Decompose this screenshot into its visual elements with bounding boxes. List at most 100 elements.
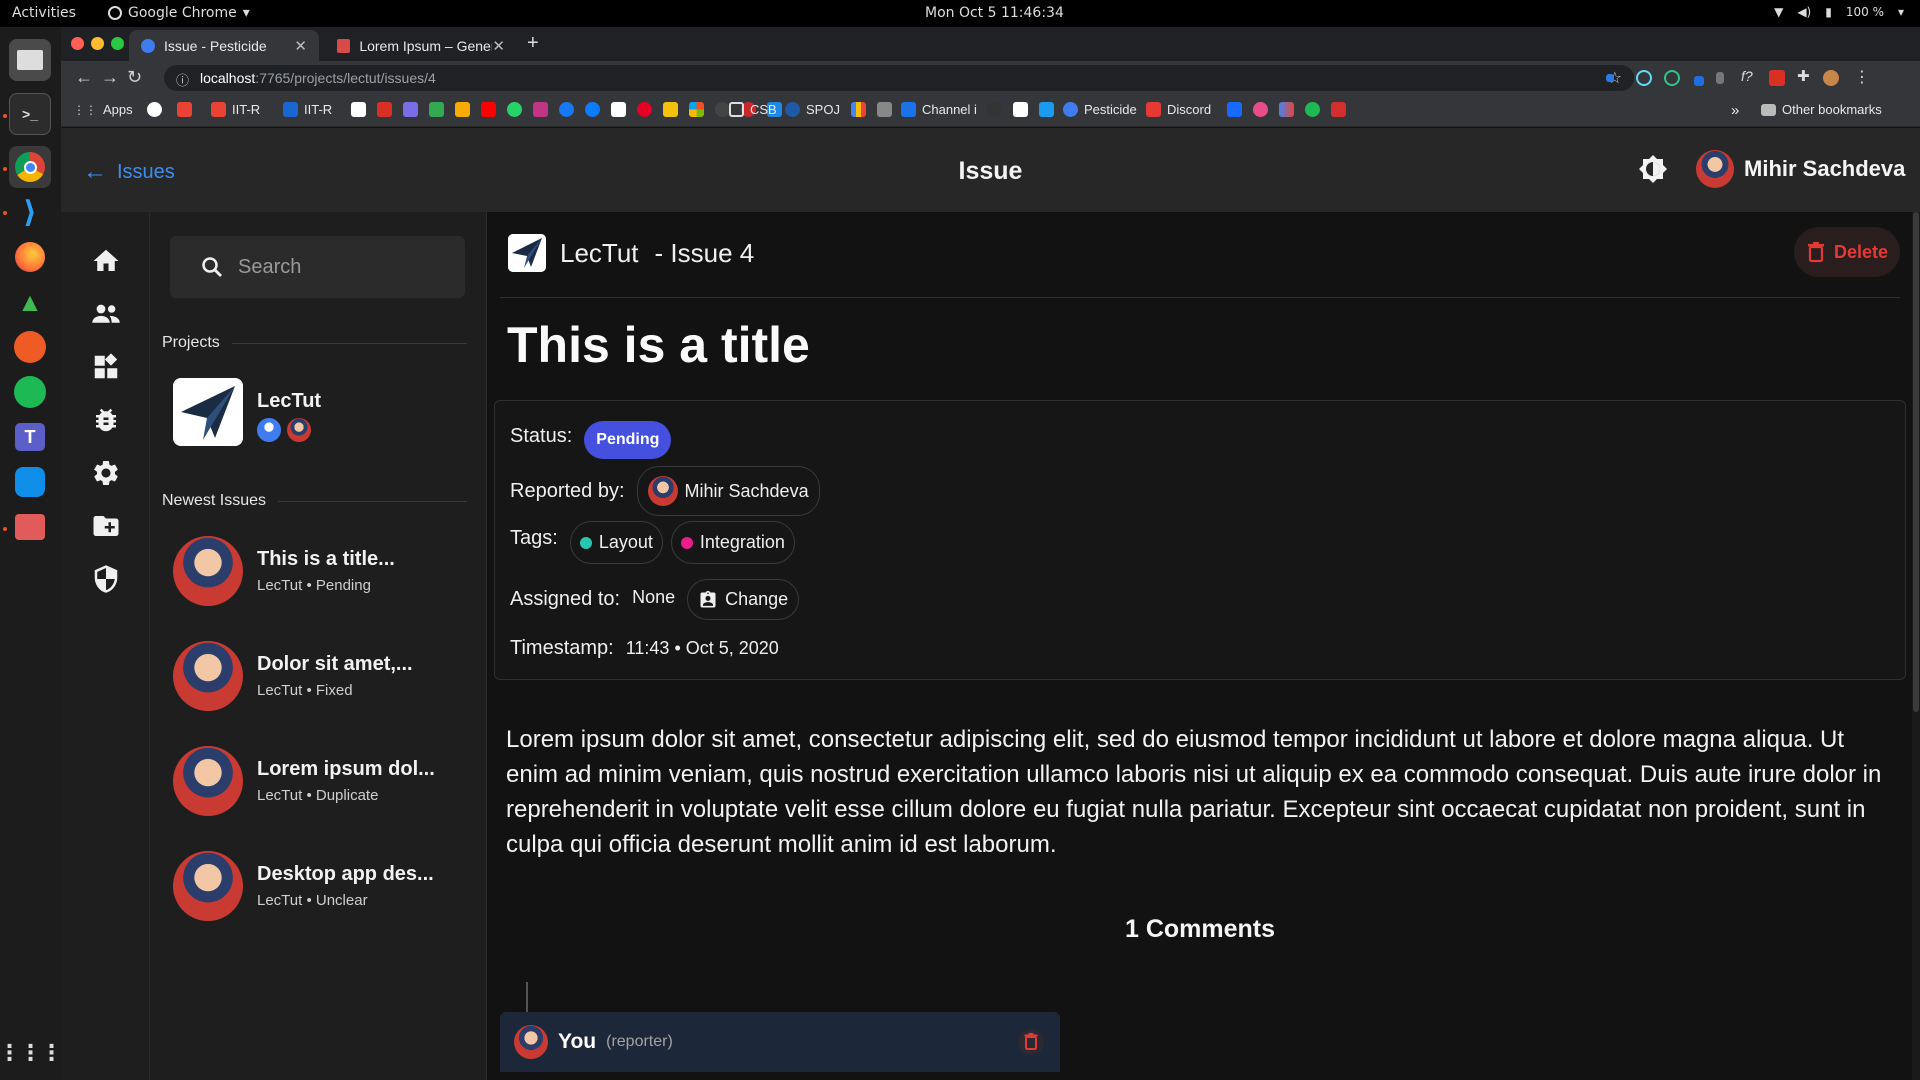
teams-icon[interactable]: T (9, 416, 51, 458)
newest-issues-heading: Newest Issues (162, 492, 467, 510)
dashboard-icon[interactable] (91, 352, 121, 382)
user-menu[interactable]: Mihir Sachdeva (1696, 150, 1905, 188)
extension-icon[interactable] (1664, 70, 1680, 86)
close-window-button[interactable] (71, 37, 84, 50)
extension-icon[interactable] (1694, 76, 1704, 86)
project-card-lectut[interactable]: LecTut (173, 378, 321, 446)
issue-number: - Issue 4 (654, 237, 755, 268)
app-menu-label: Google Chrome (128, 5, 237, 21)
channel-icon (901, 102, 916, 117)
app-grid-icon[interactable]: ⋮⋮⋮ (0, 1032, 63, 1074)
chrome-icon[interactable] (9, 146, 51, 188)
address-bar[interactable]: ⓘ localhost:7765/projects/lectut/issues/… (164, 65, 1634, 91)
bookmark-icons-2[interactable] (851, 102, 892, 117)
extension-icon[interactable] (1606, 74, 1614, 82)
bookmark-icons[interactable] (351, 102, 782, 117)
scrollbar-thumb[interactable] (1913, 212, 1919, 712)
system-tray[interactable]: ▼ ◀) ▮ 100 % ▾ (1774, 5, 1904, 19)
projects-heading: Projects (162, 334, 467, 352)
bookmark-icon (351, 102, 366, 117)
menu-icon[interactable]: ⋮ (1854, 67, 1870, 86)
bookmark-icon (1331, 102, 1346, 117)
rocket-icon[interactable]: ▲ (9, 281, 51, 323)
delete-comment-icon[interactable] (1018, 1027, 1044, 1057)
bookmark-icons-4[interactable] (1227, 102, 1346, 117)
bookmark-channel[interactable]: Channel i (901, 102, 977, 117)
tag-color-dot (680, 536, 693, 549)
forward-icon[interactable]: → (101, 67, 119, 88)
activities-button[interactable]: Activities (12, 5, 76, 21)
reload-icon[interactable]: ↻ (127, 67, 142, 88)
app-menu[interactable]: Google Chrome ▾ (108, 5, 250, 21)
settings-gear-icon[interactable] (91, 458, 121, 488)
tag-chip[interactable]: Layout (569, 521, 663, 564)
profile-icon[interactable] (1823, 70, 1839, 86)
tab-pesticide[interactable]: Issue - Pesticide ✕ (129, 30, 319, 61)
scrollbar[interactable] (1912, 212, 1920, 1080)
search-icon (202, 257, 222, 277)
change-assignee-button[interactable]: Change (687, 579, 800, 620)
screenshot-icon[interactable] (9, 506, 51, 548)
bookmark-icon (877, 102, 892, 117)
extension-icon[interactable] (1769, 70, 1785, 86)
bookmark-iitr-2[interactable]: IIT-R (283, 102, 332, 117)
tag-chip[interactable]: Integration (670, 521, 795, 564)
search-box[interactable] (170, 236, 465, 298)
bookmark-google[interactable] (147, 102, 162, 117)
theme-toggle-icon[interactable] (1638, 154, 1668, 184)
search-input[interactable] (238, 255, 458, 279)
sidebar-issue[interactable]: Dolor sit amet,... LecTut • Fixed (173, 641, 413, 711)
bookmark-spoj[interactable]: SPOJ (785, 102, 840, 117)
tags-row: Tags: Layout Integration (510, 521, 795, 564)
puzzle-icon[interactable]: ✚ (1797, 67, 1813, 85)
bookmark-pesticide[interactable]: Pesticide (1063, 102, 1137, 117)
bookmark-icon (377, 102, 392, 117)
project-name[interactable]: LecTut (560, 238, 639, 269)
terminal-icon[interactable]: >_ (9, 93, 51, 135)
wifi-icon: ▼ (1774, 5, 1784, 19)
sidebar-issue[interactable]: Lorem ipsum dol... LecTut • Duplicate (173, 746, 435, 816)
new-tab-button[interactable]: + (527, 32, 539, 55)
minimize-window-button[interactable] (91, 37, 104, 50)
sidebar-issue[interactable]: This is a title... LecTut • Pending (173, 536, 395, 606)
divider (500, 297, 1900, 298)
teamviewer-icon[interactable] (9, 461, 51, 503)
bookmark-gmail[interactable] (177, 102, 192, 117)
back-icon[interactable]: ← (75, 67, 93, 88)
reporter-chip[interactable]: Mihir Sachdeva (636, 466, 820, 516)
shield-icon[interactable] (91, 564, 121, 594)
postman-icon[interactable] (9, 326, 51, 368)
bookmark-iitr-1[interactable]: IIT-R (211, 102, 260, 117)
vscode-icon[interactable]: ⟩ (9, 191, 51, 233)
home-icon[interactable] (91, 246, 121, 276)
delete-button[interactable]: Delete (1794, 227, 1900, 277)
bookmark-icons-3[interactable] (987, 102, 1054, 117)
comment-card: You (reporter) (500, 1012, 1060, 1072)
issue-description: Lorem ipsum dolor sit amet, consectetur … (506, 726, 1882, 858)
facebook-icon (559, 102, 574, 117)
maximize-window-button[interactable] (111, 37, 124, 50)
new-project-folder-icon[interactable] (91, 511, 121, 541)
firefox-icon[interactable] (9, 236, 51, 278)
other-bookmarks[interactable]: Other bookmarks (1761, 102, 1882, 117)
status-badge[interactable]: Pending (584, 421, 672, 459)
close-tab-icon[interactable]: ✕ (492, 37, 505, 55)
files-icon[interactable] (9, 39, 51, 81)
bug-icon[interactable] (91, 405, 121, 435)
spoj-icon (785, 102, 800, 117)
font-icon[interactable]: f? (1741, 68, 1757, 84)
tab-lorem-ipsum[interactable]: Lorem Ipsum – Generator ✕ (325, 30, 517, 61)
bookmark-csb[interactable]: CSB (729, 102, 777, 117)
spotify-icon[interactable] (9, 371, 51, 413)
sidebar-issue[interactable]: Desktop app des... LecTut • Unclear (173, 851, 434, 921)
react-devtools-icon[interactable] (1636, 70, 1652, 86)
bookmark-apps[interactable]: ⋮⋮ Apps (73, 102, 133, 117)
bookmark-discord[interactable]: Discord (1146, 102, 1211, 117)
people-icon[interactable] (91, 299, 121, 329)
back-to-issues-link[interactable]: ← Issues (83, 158, 175, 186)
extension-icon[interactable] (1716, 72, 1724, 84)
close-tab-icon[interactable]: ✕ (294, 37, 307, 55)
clock[interactable]: Mon Oct 5 11:46:34 (925, 5, 1064, 21)
bookmarks-overflow[interactable]: » (1731, 102, 1739, 119)
drive-icon (429, 102, 444, 117)
